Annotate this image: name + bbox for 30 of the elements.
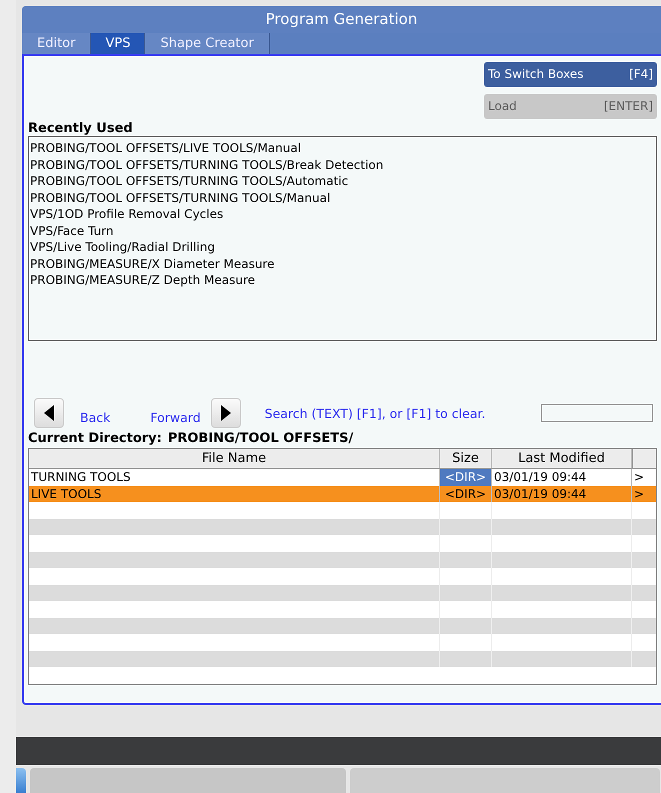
list-item[interactable]: PROBING/MEASURE/Z Depth Measure bbox=[30, 272, 655, 288]
section-title: Recently Used bbox=[28, 121, 134, 136]
forward-button[interactable] bbox=[210, 398, 241, 428]
search-field[interactable] bbox=[541, 404, 653, 422]
column-header[interactable]: File Name bbox=[29, 449, 440, 468]
column-header[interactable]: Last Modified bbox=[492, 449, 632, 468]
list-item[interactable]: VPS/Face Turn bbox=[30, 222, 655, 239]
search-hint: Search (TEXT) [F1], or [F1] to clear. bbox=[264, 406, 486, 420]
list-item[interactable]: VPS/1OD Profile Removal Cycles bbox=[30, 206, 655, 222]
directory-label: Current Directory: bbox=[28, 431, 162, 446]
list-item[interactable]: PROBING/MEASURE/X Diameter Measure bbox=[30, 256, 655, 272]
table-cell-text: > bbox=[633, 486, 646, 502]
list-item[interactable]: PROBING/TOOL OFFSETS/TURNING TOOLS/Break Detection bbox=[30, 156, 655, 173]
directory-path: PROBING/TOOL OFFSETS/ bbox=[168, 431, 354, 446]
table-cell: <DIR> bbox=[440, 469, 492, 486]
list-item[interactable]: VPS/Live Tooling/Radial Drilling bbox=[30, 239, 655, 256]
list-item[interactable]: PROBING/TOOL OFFSETS/LIVE TOOLS/Manual bbox=[30, 140, 655, 156]
function-button[interactable]: To Switch Boxes [F4] bbox=[484, 62, 657, 87]
forward-label[interactable]: Forward bbox=[150, 410, 201, 424]
tab[interactable]: VPS bbox=[91, 33, 146, 54]
list-item[interactable]: PROBING/TOOL OFFSETS/TURNING TOOLS/Automatic bbox=[30, 173, 655, 190]
back-button[interactable] bbox=[34, 398, 64, 428]
tab-handle[interactable] bbox=[16, 768, 26, 793]
table-cell-text: > bbox=[633, 469, 646, 486]
back-label[interactable]: Back bbox=[80, 410, 110, 424]
right-triangle-icon bbox=[218, 404, 233, 422]
table-row[interactable]: LIVE TOOLS <DIR> 03/01/19 09:44 > bbox=[29, 486, 656, 502]
left-triangle-icon bbox=[42, 404, 56, 422]
list-item[interactable]: PROBING/TOOL OFFSETS/TURNING TOOLS/Manual bbox=[30, 190, 655, 206]
column-header[interactable]: Size bbox=[440, 449, 492, 468]
